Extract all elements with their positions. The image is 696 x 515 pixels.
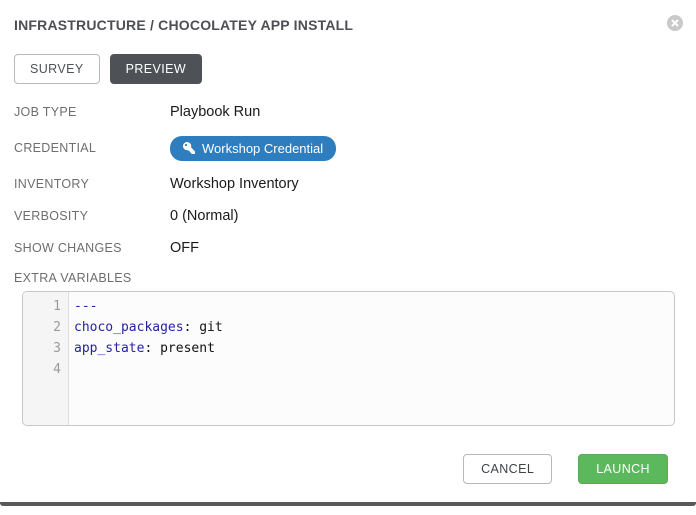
code-line: choco_packages: git: [74, 317, 674, 338]
credential-badge: Workshop Credential: [170, 136, 336, 161]
detail-row-credential: CREDENTIAL Workshop Credential: [14, 128, 696, 168]
credential-label: CREDENTIAL: [14, 141, 170, 155]
job-launch-preview-modal: INFRASTRUCTURE / CHOCOLATEY APP INSTALL …: [0, 0, 696, 515]
yaml-doc-start: ---: [74, 299, 97, 314]
verbosity-label: VERBOSITY: [14, 209, 170, 223]
launch-button[interactable]: LAUNCH: [578, 454, 668, 484]
modal-bottom-edge: [0, 502, 696, 506]
verbosity-value: 0 (Normal): [170, 208, 238, 224]
yaml-value: : present: [144, 341, 214, 356]
line-number: 2: [23, 317, 61, 338]
job-type-label: JOB TYPE: [14, 105, 170, 119]
line-number: 3: [23, 338, 61, 359]
close-button[interactable]: [667, 15, 683, 31]
yaml-value: : git: [184, 320, 223, 335]
inventory-label: INVENTORY: [14, 177, 170, 191]
code-line: [74, 359, 674, 380]
job-type-value: Playbook Run: [170, 104, 260, 120]
line-number: 4: [23, 359, 61, 380]
show-changes-value: OFF: [170, 240, 199, 256]
yaml-key: choco_packages: [74, 320, 184, 335]
yaml-key: app_state: [74, 341, 144, 356]
close-icon: [671, 14, 679, 32]
tab-preview[interactable]: PREVIEW: [110, 54, 202, 84]
tab-survey[interactable]: SURVEY: [14, 54, 100, 84]
detail-row-show-changes: SHOW CHANGES OFF: [14, 232, 696, 264]
key-icon: [183, 142, 195, 154]
modal-footer: CANCEL LAUNCH: [14, 454, 696, 484]
editor-line-number-gutter: 1 2 3 4: [23, 292, 69, 425]
tab-bar: SURVEY PREVIEW: [14, 54, 696, 84]
show-changes-label: SHOW CHANGES: [14, 241, 170, 255]
extra-variables-label: EXTRA VARIABLES: [14, 271, 696, 285]
detail-row-inventory: INVENTORY Workshop Inventory: [14, 168, 696, 200]
page-title: INFRASTRUCTURE / CHOCOLATEY APP INSTALL: [14, 0, 696, 33]
detail-row-verbosity: VERBOSITY 0 (Normal): [14, 200, 696, 232]
inventory-value: Workshop Inventory: [170, 176, 299, 192]
code-line: ---: [74, 296, 674, 317]
detail-row-job-type: JOB TYPE Playbook Run: [14, 96, 696, 128]
code-line: app_state: present: [74, 338, 674, 359]
editor-code-area[interactable]: --- choco_packages: git app_state: prese…: [69, 292, 674, 425]
job-details: JOB TYPE Playbook Run CREDENTIAL Worksho…: [14, 96, 696, 264]
credential-badge-label: Workshop Credential: [202, 141, 323, 156]
line-number: 1: [23, 296, 61, 317]
extra-variables-editor[interactable]: 1 2 3 4 --- choco_packages: git app_stat…: [22, 291, 675, 426]
cancel-button[interactable]: CANCEL: [463, 454, 552, 484]
